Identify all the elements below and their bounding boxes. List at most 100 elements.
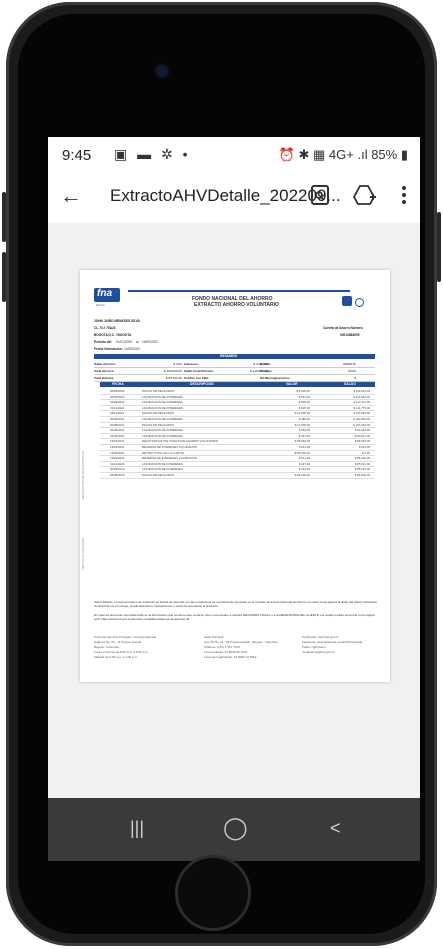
footer-line: Sábado de 9:00 a.m. a 1:00 p.m. bbox=[94, 655, 138, 659]
note-inconsistencias: En caso de encontrar inconsistencias en … bbox=[94, 613, 375, 621]
pdf-page: fna ahorro FONDO NACIONAL DEL AHORRO EXT… bbox=[80, 270, 390, 682]
client-city: BOGOTA D.C. / BOGOTA bbox=[94, 333, 132, 337]
row-value: $ 936.00 bbox=[298, 400, 310, 405]
row-description: PAGOS DE RECAUDOS bbox=[142, 422, 175, 427]
row-balance: $ 111,775.00 bbox=[353, 405, 370, 410]
row-date: 26/08/2020 bbox=[110, 473, 125, 477]
row-balance: $ 0.00 bbox=[361, 450, 370, 455]
row-description: LIQUIDACION DE INTERESES bbox=[142, 400, 183, 405]
side-label-2: SERVICIO AL CIUDADANO bbox=[82, 537, 85, 570]
row-description: LIQUIDACION DE INTERESES bbox=[142, 461, 183, 466]
row-date: 31/12/2021 bbox=[110, 405, 125, 410]
footer-contacto: Portal web: www.fna.gov.co Facebook: www.… bbox=[302, 635, 362, 655]
row-date: 06/08/2022 bbox=[110, 389, 125, 393]
row-description: LIQUIDACION DE INTERESES bbox=[142, 405, 183, 410]
movements-header: FECHA DESCRIPCIÓN VALOR SALDO bbox=[100, 382, 375, 387]
screen: 9:45 ▣ ▬ ✲ • ⏰ ✱ ▦ 4G+ .ıl 85% ▮ ← Extra… bbox=[48, 137, 420, 861]
summary-cell: Saldo Anterior: bbox=[94, 362, 117, 366]
row-balance: $ 110,949.00 bbox=[353, 411, 370, 416]
row-date: 30/06/2021 bbox=[110, 428, 125, 433]
row-value: $ 453.00 bbox=[298, 428, 310, 433]
row-date: 19/02/2021 bbox=[110, 445, 125, 449]
row-description: LIQUIDACION DE INTERESES bbox=[142, 433, 183, 438]
more-options-icon[interactable] bbox=[392, 183, 416, 207]
footer-line: Línea de legalización: 01 8000 12 5562 bbox=[204, 655, 257, 659]
row-date: 19/02/2021 bbox=[110, 456, 125, 461]
note-intereses: Señor Afiliado, el reconocimiento de int… bbox=[94, 600, 378, 608]
row-date: 31/12/2020 bbox=[110, 461, 125, 466]
summary-cell: Pontaje: bbox=[260, 369, 273, 373]
recents-button[interactable]: ||| bbox=[130, 818, 144, 839]
summary-cell: ABIERTA bbox=[343, 362, 356, 366]
summary-cell: Saldo Final Periodo: bbox=[184, 369, 214, 373]
row-value: $ 931.00 bbox=[298, 394, 310, 399]
status-time: 9:45 bbox=[62, 147, 92, 164]
row-description: LIQUIDACION DE INTERESES bbox=[142, 467, 183, 472]
gen-label: Fecha Generación: bbox=[94, 347, 123, 351]
row-value: $ 85,000.00 bbox=[294, 473, 310, 477]
add-to-drive-icon[interactable] bbox=[352, 183, 376, 207]
summary-divider bbox=[94, 367, 375, 368]
period-to: 14/09/2022 bbox=[142, 340, 158, 344]
col-fecha: FECHA bbox=[112, 382, 124, 386]
summary-cell: Estado: bbox=[260, 362, 272, 366]
power-button bbox=[437, 212, 441, 282]
side-label-1: SERVICIOS VIRTUALES ALTERNATIVOS bbox=[82, 450, 85, 500]
row-description: LIQUIDACION DE INTERESES bbox=[142, 394, 183, 399]
row-description: LIQUIDACION DE INTERESES bbox=[142, 428, 183, 433]
row-description: REVERSO DE INTERESES LIQUIDADOS bbox=[142, 445, 197, 449]
row-balance: $ 85,000.00 bbox=[354, 456, 370, 461]
header-title-2: EXTRACTO AHORRO VOLUNTARIO bbox=[194, 302, 279, 308]
row-balance: $ 89,560.00 bbox=[354, 439, 370, 444]
row-balance: $ 85,611.00 bbox=[354, 461, 370, 466]
row-balance: $ 112,711.00 bbox=[353, 400, 370, 405]
row-description: PAGOS DE RECAUDOS bbox=[142, 389, 175, 393]
row-value: $ 164.00 bbox=[298, 467, 310, 472]
row-balance: $ 90,011.00 bbox=[354, 433, 370, 438]
row-date: 28/11/2021 bbox=[110, 411, 125, 416]
summary-divider bbox=[94, 374, 375, 375]
row-value: -$ 85,000.00 bbox=[293, 450, 310, 455]
summary-cell: $ 85,611.00 bbox=[165, 376, 182, 380]
document-viewer[interactable]: fna ahorro FONDO NACIONAL DEL AHORRO EXT… bbox=[48, 223, 420, 798]
volume-button bbox=[2, 192, 6, 242]
row-value: -$ 611.00 bbox=[298, 456, 310, 461]
footer-line: contactenos@fna.gov.co bbox=[302, 650, 335, 654]
home-nav-button[interactable]: ◯ bbox=[223, 815, 248, 841]
row-description: REVERSO DE INTERESES LIQUIDADOS bbox=[142, 456, 197, 461]
row-date: 19/02/2021 bbox=[110, 450, 125, 455]
row-date: 19/02/2021 bbox=[110, 439, 125, 444]
corner-circle-icon bbox=[355, 298, 364, 307]
corner-badge bbox=[342, 296, 352, 306]
header-rule bbox=[128, 290, 350, 292]
summary-cell: Intereses: bbox=[184, 362, 199, 366]
back-arrow-icon[interactable]: ← bbox=[60, 183, 82, 209]
back-nav-button[interactable]: < bbox=[330, 818, 341, 839]
row-balance: $ 100,949.00 bbox=[353, 417, 370, 421]
col-valor: VALOR bbox=[286, 382, 298, 386]
row-date: 31/03/2022 bbox=[110, 400, 125, 405]
phone-home-button[interactable] bbox=[175, 855, 251, 931]
col-descripcion: DESCRIPCIÓN bbox=[190, 382, 214, 386]
row-balance: $ 90,464.00 bbox=[354, 428, 370, 433]
row-value: $ 485.00 bbox=[298, 417, 310, 421]
row-description: LIQUIDACION DE INTERESES bbox=[142, 417, 183, 421]
row-value: $ 10,000.00 bbox=[294, 411, 310, 416]
volume-button bbox=[2, 252, 6, 302]
client-name: JOHN JAIRO MENESES SILVA bbox=[94, 319, 140, 323]
period-label: Período del bbox=[94, 340, 112, 344]
summary-cell: 6 bbox=[354, 376, 356, 380]
row-description: PAGOS DE RECAUDOS bbox=[142, 473, 175, 477]
summary-title: RESUMEN bbox=[220, 354, 237, 358]
logo-sub: ahorro bbox=[96, 303, 105, 307]
system-status-icons: ⏰ ✱ ▦ 4G+ .ıl 85% ▮ bbox=[278, 147, 408, 162]
summary-header: RESUMEN bbox=[94, 354, 375, 359]
document-title: ExtractoAHVDetalle_202209... bbox=[110, 186, 341, 205]
search-in-document-icon[interactable] bbox=[308, 183, 332, 207]
summary-cell: 99.00 bbox=[348, 369, 356, 373]
row-balance: $ 113,642.00 bbox=[353, 394, 370, 399]
row-balance: $ 611.00 bbox=[358, 445, 370, 449]
row-description: PAGOS DE RECAUDOS bbox=[142, 411, 175, 416]
row-value: $ 89,560.00 bbox=[294, 439, 310, 444]
android-nav-bar: ||| ◯ < bbox=[48, 798, 420, 861]
